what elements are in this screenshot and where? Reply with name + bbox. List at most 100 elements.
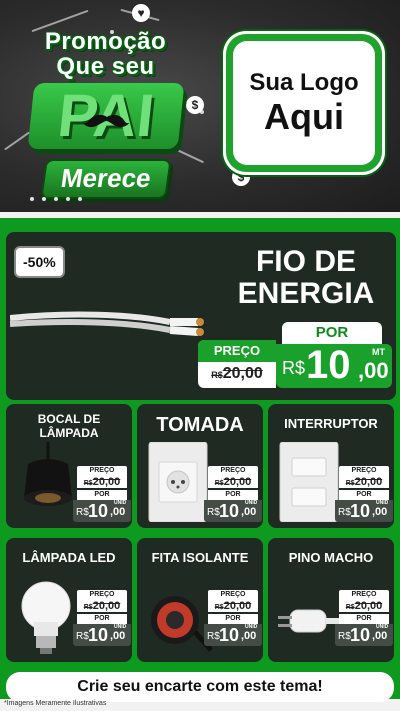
price-box: R$ 10 ,00 UNID <box>73 500 131 522</box>
promo-title-line2: Que seu <box>56 53 155 80</box>
old-price-value: 20,00 <box>354 600 383 612</box>
price-unit: UNID <box>376 500 389 506</box>
old-price-box: PREÇO R$20,00 <box>198 340 276 388</box>
product-card: PINO MACHO PREÇO R$20,00 POR R$ 10 ,00 U… <box>268 538 394 662</box>
logo-inner: Sua Logo Aqui <box>233 41 375 165</box>
por-label: POR <box>77 490 127 500</box>
product-card: LÂMPADA LED PREÇO R$20,00 POR R$ 10 ,00 … <box>6 538 132 662</box>
preco-label: PREÇO <box>339 466 389 476</box>
price-cents: ,00 <box>110 506 126 518</box>
old-price: R$20,00 <box>77 476 127 488</box>
price-box: R$ 10 ,00 UNID <box>335 500 393 522</box>
price-unit: UNID <box>114 500 127 506</box>
preco-label: PREÇO <box>77 466 127 476</box>
product-title: BOCAL DE LÂMPADA <box>37 412 101 440</box>
price-currency: R$ <box>207 631 220 642</box>
product-title: LÂMPADA LED <box>22 550 116 565</box>
price-integer: 10 <box>350 625 371 645</box>
price-unit: MT <box>372 347 385 357</box>
price-tag: PREÇO R$20,00 POR R$ 10 ,00 UNID <box>204 466 262 522</box>
price-currency: R$ <box>76 631 89 642</box>
header-banner: ♥ $ $ $ Promoção Que seu PAI Merece Sua … <box>0 0 400 212</box>
old-price: R$20,00 <box>198 362 276 387</box>
price-cents: ,00 <box>241 630 257 642</box>
featured-title: FIO DE ENERGIA <box>221 246 391 310</box>
old-price-value: 20,00 <box>354 476 383 488</box>
product-card: FITA ISOLANTE PREÇO R$20,00 POR R$ 10 ,0… <box>137 538 263 662</box>
featured-title-line1: FIO DE <box>255 245 356 278</box>
old-currency: R$ <box>83 604 93 611</box>
price-cents: ,00 <box>110 630 126 642</box>
preco-label: PREÇO <box>339 590 389 600</box>
price-cents: ,00 <box>241 506 257 518</box>
old-currency: R$ <box>214 604 224 611</box>
price-box: R$ 10 ,00 UNID <box>204 500 262 522</box>
price-box: R$ 10 ,00 UNID <box>73 624 131 646</box>
por-label: POR <box>208 490 258 500</box>
old-price: R$20,00 <box>208 600 258 612</box>
old-price: R$20,00 <box>208 476 258 488</box>
price-currency: R$ <box>207 507 220 518</box>
price-unit: UNID <box>245 500 258 506</box>
por-label: POR <box>339 490 389 500</box>
old-currency: R$ <box>83 480 93 487</box>
old-price-value: 20,00 <box>222 365 263 382</box>
old-currency: R$ <box>345 480 355 487</box>
price-integer: 10 <box>219 625 240 645</box>
price-box: R$ 10 ,00 MT <box>276 343 392 388</box>
promo-badge: Promoção Que seu PAI Merece <box>18 30 193 200</box>
offers-section: -50% FIO DE ENERGIA POR PREÇO R$20,00 R$… <box>0 212 400 702</box>
price-unit: UNID <box>245 624 258 630</box>
price-currency: R$ <box>282 358 306 378</box>
price-currency: R$ <box>338 507 351 518</box>
por-label: POR <box>339 614 389 624</box>
pai-block: PAI <box>27 82 184 149</box>
price-box: R$ 10 ,00 UNID <box>335 624 393 646</box>
cta-banner[interactable]: Crie seu encarte com este tema! <box>6 672 394 702</box>
por-label: POR <box>282 322 382 344</box>
lamp-socket-icon <box>24 442 72 506</box>
led-bulb-icon <box>21 581 71 654</box>
price-unit: UNID <box>114 624 127 630</box>
por-label: POR <box>77 614 127 624</box>
product-title: FITA ISOLANTE <box>151 550 249 565</box>
heart-icon: ♥ <box>132 4 150 22</box>
logo-placeholder: Sua Logo Aqui <box>226 34 382 172</box>
price-tag: PREÇO R$20,00 POR R$ 10 ,00 UNID <box>73 590 131 646</box>
price-integer: 10 <box>350 501 371 521</box>
product-title: PINO MACHO <box>288 550 374 565</box>
price-currency: R$ <box>338 631 351 642</box>
product-title: TOMADA <box>156 414 244 436</box>
old-price: R$20,00 <box>339 600 389 612</box>
price-integer: 10 <box>219 501 240 521</box>
preco-label: PREÇO <box>77 590 127 600</box>
product-card: TOMADA PREÇO R$20,00 POR R$ 10 ,00 UNID <box>137 404 263 528</box>
logo-text-line1: Sua Logo <box>249 69 359 96</box>
disclaimer-text: *Imagens Meramente Ilustrativas <box>4 700 107 707</box>
price-tag: PREÇO R$20,00 POR R$ 10 ,00 UNID <box>73 466 131 522</box>
old-currency: R$ <box>214 480 224 487</box>
price-cents: ,00 <box>372 630 388 642</box>
price-tag: PREÇO R$20,00 POR R$ 10 ,00 UNID <box>335 466 393 522</box>
price-tag: PREÇO R$20,00 POR R$ 10 ,00 UNID <box>335 590 393 646</box>
logo-text-line2: Aqui <box>264 96 344 137</box>
old-price-value: 20,00 <box>92 600 121 612</box>
price-cents: ,00 <box>372 506 388 518</box>
preco-label: PREÇO <box>208 466 258 476</box>
product-card: INTERRUPTOR PREÇO R$20,00 POR R$ 10 ,00 … <box>268 404 394 528</box>
promo-title-merece: Merece <box>39 159 172 199</box>
promo-title-line1: Promoção <box>44 28 167 55</box>
price-integer: 10 <box>306 343 351 387</box>
preco-label: PREÇO <box>198 340 276 362</box>
light-switch-icon <box>279 442 339 522</box>
old-price-value: 20,00 <box>92 476 121 488</box>
price-integer: 10 <box>88 625 109 645</box>
old-price-value: 20,00 <box>223 600 252 612</box>
old-price: R$20,00 <box>339 476 389 488</box>
product-card: BOCAL DE LÂMPADA PREÇO R$20,00 POR R$ 10… <box>6 404 132 528</box>
discount-badge: -50% <box>14 246 65 278</box>
mustache-icon <box>81 114 130 128</box>
price-unit: UNID <box>376 624 389 630</box>
product-title: INTERRUPTOR <box>284 416 378 431</box>
por-label: POR <box>208 614 258 624</box>
